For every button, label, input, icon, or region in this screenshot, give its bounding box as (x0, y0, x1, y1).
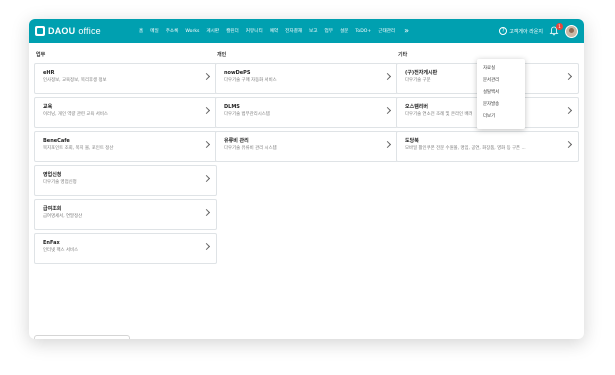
avatar[interactable] (565, 24, 578, 38)
app-card[interactable]: BeneCafe 복지포인트 조회, 복지 몰, 포인트 정산 (34, 131, 217, 162)
chevron-right-icon (202, 72, 211, 81)
top-navigation-bar: DAOU office 홈 메일 주소록 Works 게시판 캘린더 커뮤니티 … (29, 19, 584, 43)
nav-contacts[interactable]: 주소록 (166, 28, 179, 34)
nav-tasks[interactable]: 업무 (325, 28, 333, 34)
notification-button[interactable]: 1 (549, 23, 563, 36)
more-menu-dropdown: 자료실 문서관리 설탈백서 문자발송 더보기 (477, 59, 525, 129)
card-title: nowDePS (224, 70, 251, 76)
card-description: 이러닝, 개인 역량 관련 교육 서비스 (43, 112, 108, 117)
app-card[interactable]: 영업신청 다우기술 영업신청 (34, 165, 217, 196)
app-card[interactable]: 급여조회 급여명세서, 연말정산 (34, 199, 217, 230)
logo-icon (35, 26, 45, 36)
chevron-right-icon (202, 242, 211, 251)
menu-item-whitepaper[interactable]: 설탈백서 (477, 87, 525, 99)
app-card[interactable]: nowDePS 다우기술 구매 자동화 서비스 (215, 63, 398, 94)
column-title: 개인 (217, 52, 227, 58)
help-icon: ? (499, 27, 508, 35)
card-description: 급여명세서, 연말정산 (43, 214, 83, 219)
card-title: EnFax (43, 240, 60, 246)
card-description: 인사정보, 교육정보, 복리후생 정보 (43, 78, 107, 83)
nav-reservation[interactable]: 예약 (270, 28, 278, 34)
chevron-right-icon (383, 140, 392, 149)
nav-report[interactable]: 보고 (309, 28, 317, 34)
notification-badge: 1 (556, 23, 563, 30)
app-card[interactable]: EnFax 인터넷 팩스 서비스 (34, 233, 217, 264)
column-title: 업무 (36, 52, 46, 58)
card-description: 다우기술 법무관리시스템 (224, 112, 270, 117)
app-window: DAOU office 홈 메일 주소록 Works 게시판 캘린더 커뮤니티 … (29, 19, 584, 339)
menu-item-sms[interactable]: 문자발송 (477, 99, 525, 111)
nav-calendar[interactable]: 캘린더 (226, 28, 239, 34)
nav-more-button[interactable]: » (404, 27, 409, 35)
column-title: 기타 (398, 52, 408, 58)
help-lounge-link[interactable]: ? 고객게아 라운지 (499, 27, 543, 35)
chevron-right-icon (202, 140, 211, 149)
header-tools: ? 고객게아 라운지 1 (499, 19, 578, 43)
user-search-box (34, 335, 130, 339)
card-description: 다우기술 유류비 관리 시스템 (224, 146, 277, 151)
chevron-right-icon (564, 140, 573, 149)
card-title: BeneCafe (43, 138, 70, 144)
menu-item-more[interactable]: 더보기 (477, 111, 525, 123)
card-description: 인터넷 팩스 서비스 (43, 248, 79, 253)
card-description: 다우기술 영업신청 (43, 180, 77, 185)
nav-works[interactable]: Works (185, 29, 199, 34)
chevron-right-icon (202, 106, 211, 115)
card-description: 복지포인트 조회, 복지 몰, 포인트 정산 (43, 146, 114, 151)
app-card[interactable]: eHR 인사정보, 교육정보, 복리후생 정보 (34, 63, 217, 94)
column-personal: 개인 nowDePS 다우기술 구매 자동화 서비스 DLMS 다우기술 법무관… (215, 51, 398, 165)
nav-home[interactable]: 홈 (139, 28, 143, 34)
card-description: 다우기술 구매 자동화 서비스 (224, 78, 277, 83)
nav-community[interactable]: 커뮤니티 (246, 28, 263, 34)
chevron-right-icon (383, 106, 392, 115)
menu-item-docs[interactable]: 문서관리 (477, 75, 525, 87)
card-title: 도당북 (405, 138, 419, 144)
help-label: 고객게아 라운지 (509, 28, 543, 35)
nav-todo[interactable]: ToDO+ (355, 29, 371, 34)
nav-survey[interactable]: 설문 (340, 28, 348, 34)
chevron-right-icon (383, 72, 392, 81)
card-title: 유류비 관리 (224, 138, 249, 144)
app-card[interactable]: 도당북 모바일 활인쿠폰 전문 수원몰, 명임, 공연, 화장품, 영화 등 구… (396, 131, 579, 162)
menu-item-archive[interactable]: 자료실 (477, 63, 525, 75)
chevron-right-icon (564, 72, 573, 81)
card-title: eHR (43, 70, 55, 76)
card-title: 교육 (43, 104, 53, 110)
logo[interactable]: DAOU office (35, 26, 139, 36)
nav-mail[interactable]: 메일 (150, 28, 158, 34)
chevron-right-icon (202, 174, 211, 183)
card-title: DLMS (224, 104, 240, 110)
app-card[interactable]: 교육 이러닝, 개인 역량 관련 교육 서비스 (34, 97, 217, 128)
card-title: 영업신청 (43, 172, 62, 178)
nav-attendance[interactable]: 근태관리 (378, 28, 395, 34)
nav-approval[interactable]: 전자결재 (285, 28, 302, 34)
nav-board[interactable]: 게시판 (206, 28, 219, 34)
main-nav: 홈 메일 주소록 Works 게시판 캘린더 커뮤니티 예약 전자결재 보고 업… (139, 27, 409, 35)
logo-product: office (78, 26, 101, 36)
card-description: 모바일 활인쿠폰 전문 수원몰, 명임, 공연, 화장품, 영화 등 구픈 ..… (405, 146, 526, 151)
logo-brand: DAOU (48, 26, 76, 36)
chevron-right-icon (564, 106, 573, 115)
chevron-right-icon (202, 208, 211, 217)
app-card[interactable]: 유류비 관리 다우기술 유류비 관리 시스템 (215, 131, 398, 162)
card-title: 급여조회 (43, 206, 62, 212)
column-work: 업무 eHR 인사정보, 교육정보, 복리후생 정보 교육 이러닝, 개인 역량… (34, 51, 217, 267)
app-card[interactable]: DLMS 다우기술 법무관리시스템 (215, 97, 398, 128)
